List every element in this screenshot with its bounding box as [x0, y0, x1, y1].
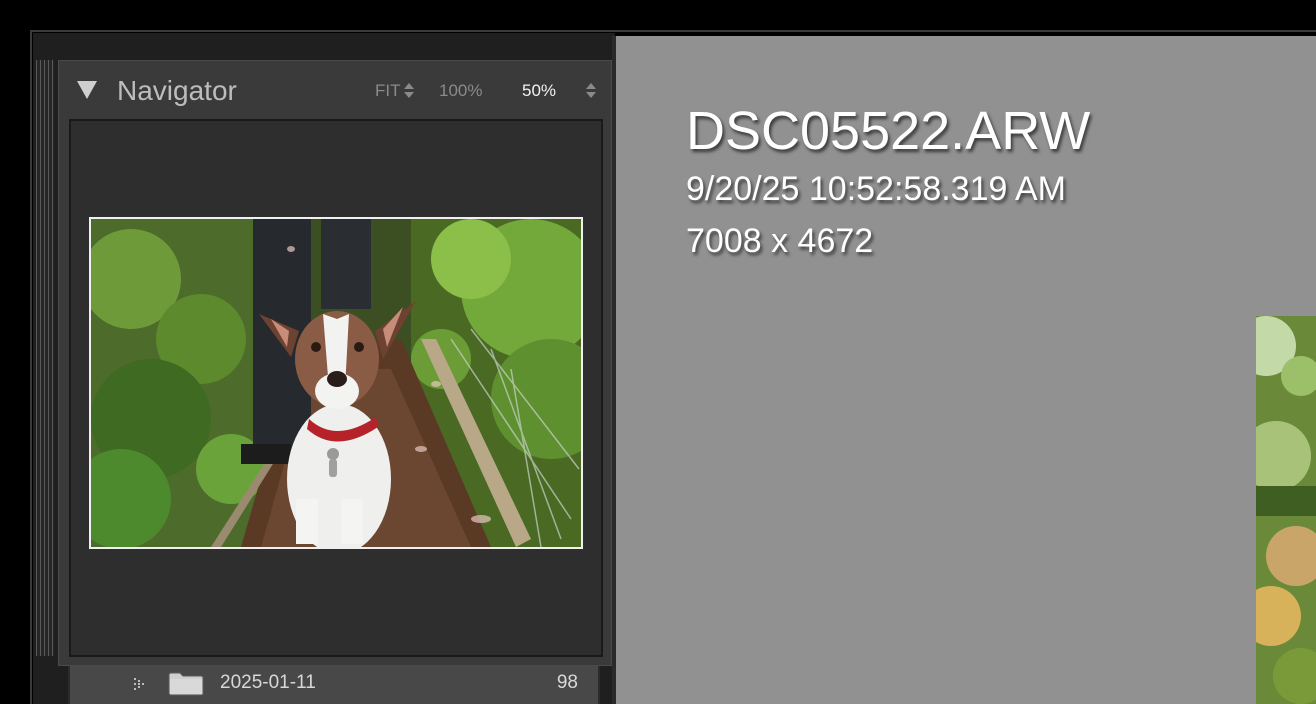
panel-grip[interactable] — [36, 60, 54, 656]
main-photo-edge — [1256, 316, 1316, 704]
zoom-100-option[interactable]: 100% — [439, 81, 482, 101]
zoom-fit-option[interactable]: FIT — [375, 81, 401, 101]
folder-photo-count: 98 — [556, 672, 578, 693]
zoom-50-option[interactable]: 50% — [522, 81, 556, 101]
navigator-panel: Navigator FIT 100% 50% — [58, 60, 612, 666]
photo-filename: DSC05522.ARW — [686, 101, 1091, 161]
navigator-title: Navigator — [117, 75, 237, 106]
photo-dimensions: 7008 x 4672 — [686, 222, 874, 260]
zoom-updown-icon[interactable] — [586, 83, 596, 99]
dog-photo-thumbnail — [91, 219, 581, 547]
collapse-triangle-icon[interactable] — [77, 81, 97, 99]
main-photo-preview[interactable] — [1256, 316, 1316, 704]
main-image-view[interactable]: DSC05522.ARW 9/20/25 10:52:58.319 AM 700… — [616, 36, 1316, 704]
navigator-header[interactable]: Navigator FIT 100% 50% — [59, 61, 611, 119]
fit-updown-icon[interactable] — [404, 83, 414, 99]
subfolder-dots-icon — [134, 678, 144, 690]
photo-capture-time: 9/20/25 10:52:58.319 AM — [686, 170, 1066, 208]
folder-name: 2025-01-11 — [220, 672, 316, 693]
navigator-thumbnail[interactable] — [89, 217, 583, 549]
folder-list-item[interactable]: 2025-01-11 98 — [68, 666, 600, 704]
folder-icon — [168, 672, 204, 696]
navigator-preview-area[interactable] — [69, 119, 603, 657]
